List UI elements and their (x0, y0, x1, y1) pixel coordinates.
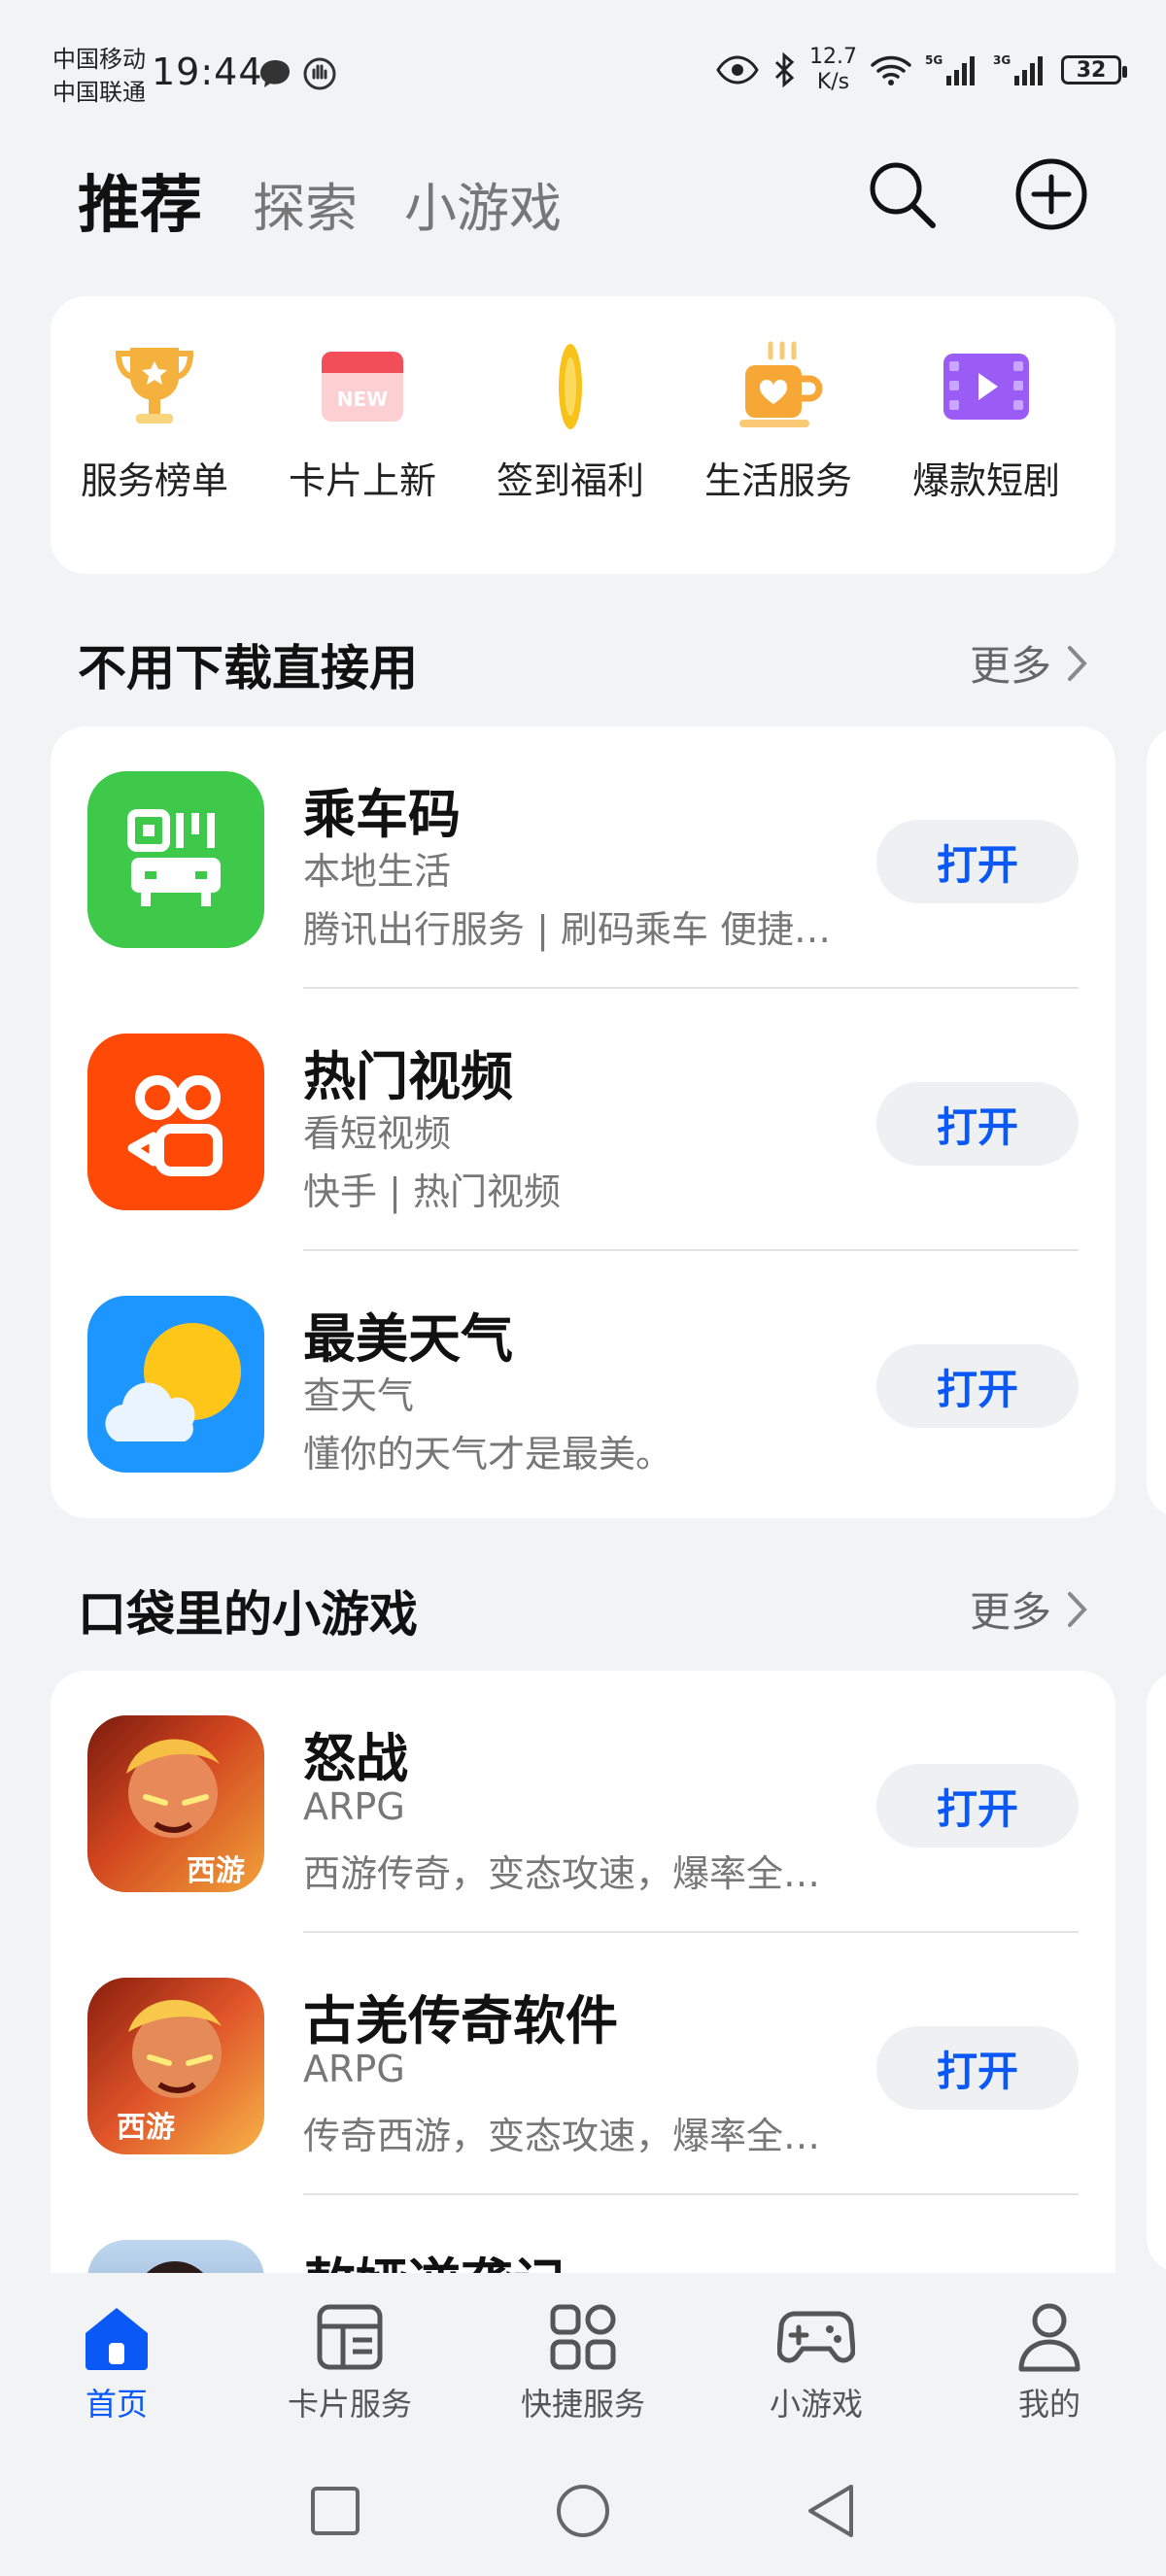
game-warrior-icon: 西游 (87, 1978, 264, 2154)
nav-mini-games[interactable]: 小游戏 (719, 2298, 913, 2424)
app-description: 腾讯出行服务 | 刷码乘车 便捷… (303, 908, 832, 951)
quick-entry-checkin[interactable]: 签到福利 (466, 340, 674, 504)
list-item[interactable]: 热门视频 看短视频 快手 | 热门视频 打开 (51, 989, 1115, 1251)
grid-icon (544, 2298, 622, 2376)
carrier-2: 中国联通 (52, 79, 146, 106)
system-navigation (0, 2467, 1166, 2555)
app-name: 敖娅逆袭记 (303, 2240, 566, 2273)
open-button[interactable]: 打开 (876, 2026, 1079, 2110)
nav-mine[interactable]: 我的 (952, 2298, 1147, 2424)
back-button[interactable] (787, 2467, 874, 2555)
card-service-icon (311, 2298, 389, 2376)
open-button[interactable]: 打开 (876, 820, 1079, 903)
app-category: ARPG (303, 1785, 405, 1828)
section-title-no-download: 不用下载直接用 (78, 640, 418, 696)
signal-5g-icon: 5G (925, 53, 975, 85)
app-name: 热门视频 (303, 1046, 513, 1107)
game-warrior-icon: 西游 (87, 1715, 264, 1892)
app-description: 西游传奇，变态攻速，爆率全… (303, 1852, 821, 1895)
list-item[interactable]: 敖娅逆袭记 (51, 2195, 1115, 2273)
list-item[interactable]: 最美天气 查天气 懂你的天气才是最美。 打开 (51, 1251, 1115, 1513)
new-card-icon: NEW (316, 340, 409, 433)
app-category: 查天气 (303, 1374, 415, 1417)
hand-icon (303, 57, 336, 90)
app-description: 传奇西游，变态攻速，爆率全… (303, 2115, 821, 2157)
person-icon (1011, 2298, 1088, 2376)
app-category: 看短视频 (303, 1112, 452, 1155)
video-film-icon (940, 340, 1033, 433)
coffee-cup-icon (732, 340, 825, 433)
app-name: 古羌传奇软件 (303, 1990, 618, 2051)
list-item[interactable]: 西游 古羌传奇软件 ARPG 传奇西游，变态攻速，爆率全… 打开 (51, 1933, 1115, 2195)
network-speed: 12.7 K/s (809, 45, 857, 94)
section-title-pocket-games: 口袋里的小游戏 (78, 1586, 418, 1643)
next-card-peek[interactable] (1147, 1671, 1166, 2273)
quick-entry-new-cards[interactable]: NEW 卡片上新 (258, 340, 466, 504)
square-icon (311, 2487, 360, 2535)
open-button[interactable]: 打开 (876, 1764, 1079, 1847)
quick-entry-life-service[interactable]: 生活服务 (674, 340, 882, 504)
open-button[interactable]: 打开 (876, 1344, 1079, 1428)
list-item[interactable]: 乘车码 本地生活 腾讯出行服务 | 刷码乘车 便捷… 打开 (51, 727, 1115, 989)
battery-indicator: 32 (1061, 55, 1127, 85)
carrier-1: 中国移动 (52, 46, 146, 73)
chevron-right-icon (1068, 645, 1087, 681)
pocket-games-card: 西游 怒战 ARPG 西游传奇，变态攻速，爆率全… 打开 西游 古羌传奇软件 A… (51, 1671, 1115, 2273)
add-button[interactable] (1012, 155, 1090, 233)
home-icon (78, 2298, 155, 2376)
search-button[interactable] (863, 155, 941, 233)
weather-icon (87, 1296, 264, 1473)
message-icon (260, 60, 290, 87)
game-character-icon (87, 2240, 264, 2273)
trophy-icon (108, 340, 201, 433)
list-item[interactable]: 西游 怒战 ARPG 西游传奇，变态攻速，爆率全… 打开 (51, 1671, 1115, 1933)
nav-home[interactable]: 首页 (19, 2298, 214, 2424)
open-button[interactable]: 打开 (876, 1082, 1079, 1166)
svg-text:西游: 西游 (187, 1854, 245, 1888)
search-icon (870, 162, 936, 228)
app-category: ARPG (303, 2048, 405, 2090)
quick-entries-card: 服务榜单 NEW 卡片上新 签到福利 生活服务 爆款短剧 (51, 296, 1115, 574)
tab-mini-games[interactable]: 小游戏 (404, 165, 562, 242)
svg-text:5G: 5G (925, 53, 943, 67)
kuaishou-icon (87, 1034, 264, 1210)
app-name: 最美天气 (303, 1308, 513, 1370)
chevron-right-icon (1068, 1591, 1087, 1627)
nav-quick-service[interactable]: 快捷服务 (486, 2298, 680, 2424)
recent-apps-button[interactable] (292, 2467, 379, 2555)
svg-text:西游: 西游 (117, 2111, 175, 2145)
more-button-pocket-games[interactable]: 更多 (970, 1579, 1088, 1639)
app-name: 怒战 (303, 1728, 408, 1789)
qr-bus-icon (87, 771, 264, 948)
signal-3g-icon: 3G (993, 53, 1043, 85)
no-download-apps-card: 乘车码 本地生活 腾讯出行服务 | 刷码乘车 便捷… 打开 热门视频 看短视频 … (51, 727, 1115, 1518)
wifi-icon (871, 55, 911, 85)
quick-entry-service-rank[interactable]: 服务榜单 (51, 340, 258, 504)
home-system-button[interactable] (539, 2467, 627, 2555)
gamepad-icon (777, 2298, 855, 2376)
top-header: 推荐 探索 小游戏 (0, 155, 1166, 253)
svg-text:3G: 3G (993, 53, 1011, 67)
tab-recommend[interactable]: 推荐 (78, 155, 202, 245)
quick-entry-short-drama[interactable]: 爆款短剧 (882, 340, 1090, 504)
app-name: 乘车码 (303, 784, 461, 845)
tab-explore[interactable]: 探索 (253, 165, 358, 242)
status-bar: 中国移动 中国联通 19:44 12.7 K/s 5G 3G 32 (0, 0, 1166, 117)
back-triangle-icon (808, 2485, 853, 2537)
svg-text:NEW: NEW (337, 388, 388, 411)
app-category: 本地生活 (303, 850, 452, 893)
more-button-no-download[interactable]: 更多 (970, 633, 1088, 693)
plus-circle-icon (1015, 158, 1087, 230)
app-description: 懂你的天气才是最美。 (303, 1433, 673, 1475)
eye-icon (716, 55, 759, 85)
next-card-peek[interactable] (1147, 727, 1166, 1518)
coin-icon (524, 340, 617, 433)
nav-card-service[interactable]: 卡片服务 (253, 2298, 447, 2424)
bluetooth-icon (774, 52, 795, 87)
circle-icon (557, 2485, 609, 2537)
app-description: 快手 | 热门视频 (303, 1170, 561, 1213)
carrier-info: 中国移动 中国联通 (52, 43, 146, 109)
clock: 19:44 (152, 51, 263, 93)
